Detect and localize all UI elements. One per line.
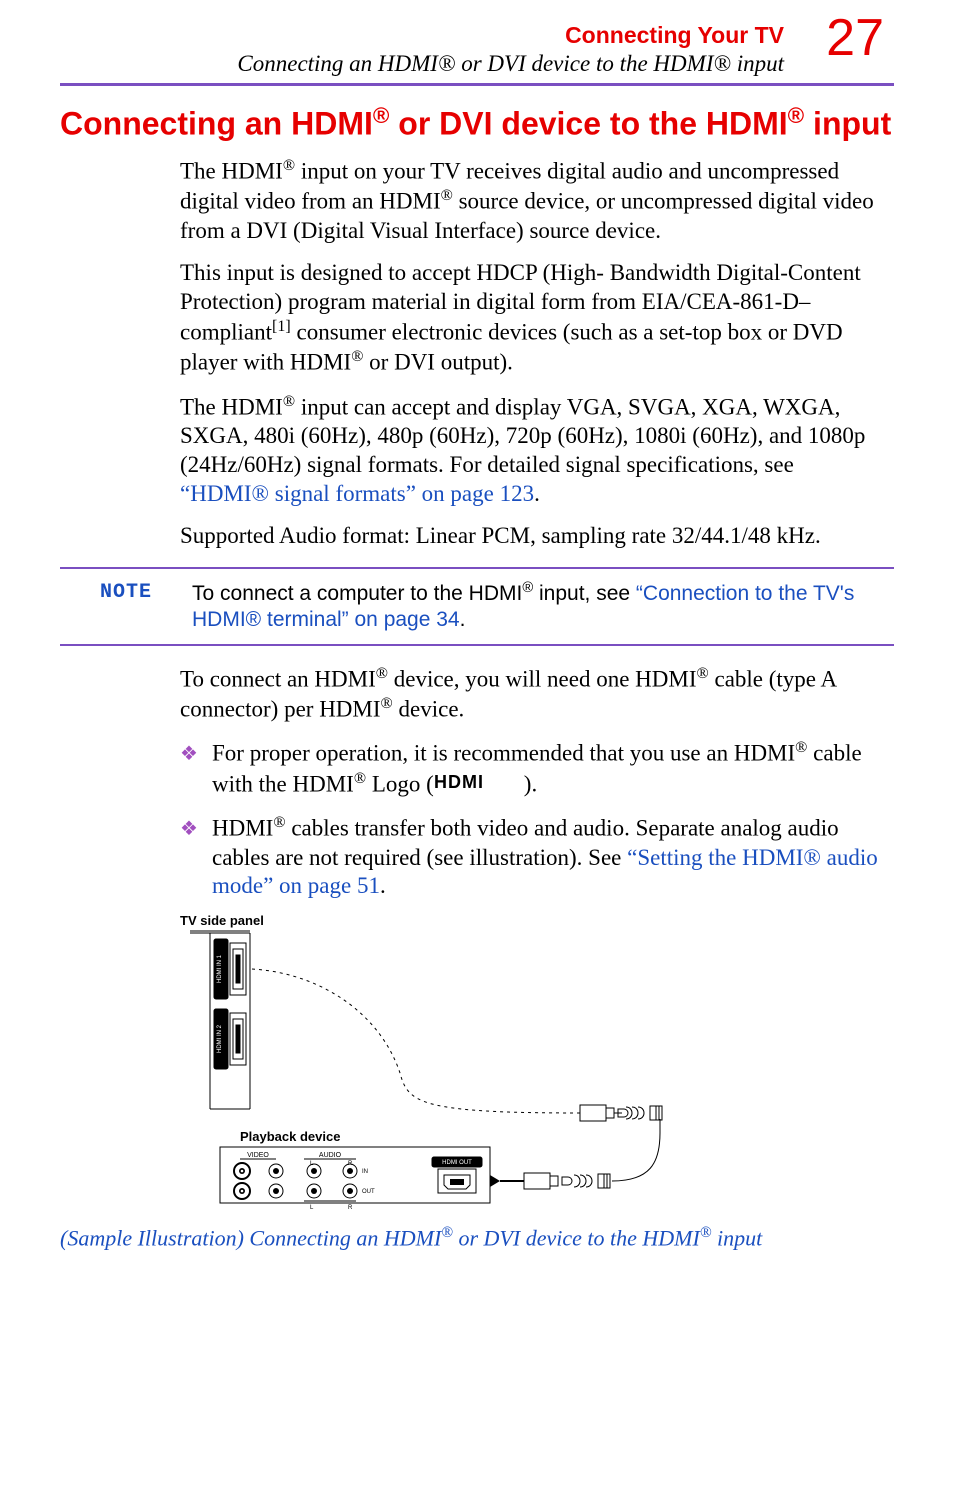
p3-c: . (534, 481, 540, 506)
main-heading: Connecting an HDMI® or DVI device to the… (60, 104, 894, 142)
paragraph-2: This input is designed to accept HDCP (H… (180, 259, 884, 377)
subtitle-part2: or DVI device to the HDMI (455, 51, 713, 76)
p5-a: To connect an HDMI (180, 666, 376, 691)
reg-mark: ® (373, 103, 390, 128)
header-divider (60, 83, 894, 86)
reg-mark: ® (522, 580, 533, 596)
note-b: input, see (533, 582, 636, 605)
b2-a: HDMI (212, 816, 273, 841)
figure-caption: (Sample Illustration) Connecting an HDMI… (60, 1224, 884, 1252)
p5-d: device. (393, 697, 465, 722)
paragraph-3: The HDMI® input can accept and display V… (180, 392, 884, 509)
section-subtitle: Connecting an HDMI® or DVI device to the… (60, 51, 784, 77)
audio-label: AUDIO (319, 1152, 342, 1159)
r-label-bottom: R (348, 1205, 353, 1211)
heading-part1: Connecting an HDMI (60, 106, 373, 142)
hdmi-in-2-label: HDMI IN 2 (217, 1024, 223, 1053)
subtitle-part1: Connecting an HDMI (237, 51, 438, 76)
heading-part2: or DVI device to the HDMI (389, 106, 787, 142)
reg-mark: ® (354, 770, 366, 787)
reg-mark: ® (438, 51, 455, 76)
l-label-bottom: L (310, 1205, 314, 1211)
heading-part3: input (804, 106, 891, 142)
p3-a: The HDMI (180, 394, 283, 419)
reg-mark: ® (381, 695, 393, 712)
bullet-list: ❖ For proper operation, it is recommende… (180, 738, 884, 901)
out-label: OUT (362, 1189, 375, 1195)
cap-b: or DVI device to the HDMI (453, 1225, 700, 1250)
hdmi-in-1-label: HDMI IN 1 (217, 954, 223, 983)
note-box: NOTE To connect a computer to the HDMI® … (60, 567, 894, 646)
reg-mark: ® (697, 665, 709, 682)
diamond-bullet-icon: ❖ (180, 742, 198, 767)
bullet-item-2: ❖ HDMI® cables transfer both video and a… (180, 813, 884, 901)
b2-c: . (380, 873, 386, 898)
tv-side-panel-label: TV side panel (180, 913, 264, 928)
b1-c: Logo ( (366, 772, 434, 797)
p1-a: The HDMI (180, 159, 283, 184)
reg-mark: ® (700, 1224, 712, 1241)
paragraph-5: To connect an HDMI® device, you will nee… (180, 664, 884, 725)
note-text: To connect a computer to the HDMI® input… (192, 579, 884, 634)
reg-mark: ® (376, 665, 388, 682)
reg-mark: ® (795, 739, 807, 756)
paragraph-4: Supported Audio format: Linear PCM, samp… (180, 522, 884, 551)
cap-c: input (712, 1225, 763, 1250)
svg-text:HDMI: HDMI (434, 772, 484, 792)
page-header: Connecting Your TV Connecting an HDMI® o… (60, 22, 784, 77)
page-number: 27 (826, 8, 884, 68)
hdmi-out-label: HDMI OUT (442, 1160, 472, 1166)
section-title: Connecting Your TV (60, 22, 784, 49)
bullet-item-1: ❖ For proper operation, it is recommende… (180, 738, 884, 801)
reg-mark: ® (351, 348, 363, 365)
reg-mark: ® (273, 814, 285, 831)
reg-mark: ® (441, 1224, 453, 1241)
diamond-bullet-icon: ❖ (180, 817, 198, 842)
in-label: IN (362, 1169, 368, 1175)
note-c: . (460, 608, 466, 631)
reg-mark: ® (283, 393, 295, 410)
playback-device-label: Playback device (240, 1129, 340, 1144)
p2-c: or DVI output). (363, 350, 512, 375)
hdmi-logo-icon: HDMI (434, 771, 524, 801)
reg-mark: ® (441, 187, 453, 204)
link-signal-formats[interactable]: “HDMI® signal formats” on page 123 (180, 481, 534, 506)
footnote-ref: [1] (272, 318, 291, 335)
note-label: NOTE (100, 581, 152, 604)
connection-diagram: .lab { font-family: Arial, sans-serif; f… (180, 913, 894, 1218)
reg-mark: ® (788, 103, 805, 128)
paragraph-1: The HDMI® input on your TV receives digi… (180, 156, 884, 246)
subtitle-part3: input (731, 51, 784, 76)
cap-a: (Sample Illustration) Connecting an HDMI (60, 1225, 441, 1250)
note-a: To connect a computer to the HDMI (192, 582, 522, 605)
reg-mark: ® (713, 51, 730, 76)
video-label: VIDEO (247, 1152, 269, 1159)
b1-d: ). (524, 772, 537, 797)
p5-b: device, you will need one HDMI (388, 666, 697, 691)
b1-a: For proper operation, it is recommended … (212, 741, 795, 766)
reg-mark: ® (283, 157, 295, 174)
